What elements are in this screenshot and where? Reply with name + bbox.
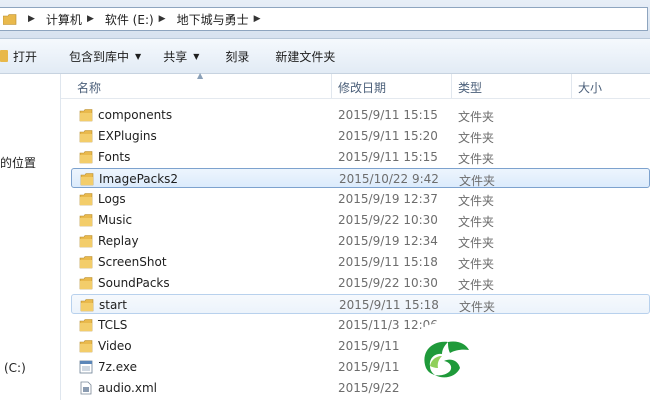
file-name: Video <box>98 339 132 353</box>
column-header-date[interactable]: 修改日期 <box>338 79 386 96</box>
file-name: TCLS <box>98 318 128 332</box>
open-button[interactable]: 打开 <box>0 44 47 68</box>
file-type: 文件夹 <box>459 174 496 188</box>
file-row[interactable]: SoundPacks 2015/9/22 10:30 文件夹 <box>71 273 650 293</box>
column-divider[interactable] <box>571 74 572 98</box>
file-row[interactable]: Fonts 2015/9/11 15:15 文件夹 <box>71 147 650 167</box>
folder-icon <box>80 299 94 312</box>
file-row[interactable]: audio.xml 2015/9/22 <box>71 378 650 398</box>
file-modified-date: 2015/9/11 <box>338 360 400 374</box>
file-row[interactable]: ImagePacks2 2015/10/22 9:42 文件夹 <box>71 168 650 188</box>
file-row[interactable]: Music 2015/9/22 10:30 文件夹 <box>71 210 650 230</box>
file-row[interactable]: components 2015/9/11 15:15 文件夹 <box>71 105 650 125</box>
file-modified-date: 2015/9/22 10:30 <box>338 213 438 227</box>
address-bar[interactable]: ▶ 计算机 ▶ 软件 (E:) ▶ 地下城与勇士 ▶ <box>0 7 648 31</box>
column-header: ▲ 名称 修改日期 类型 大小 <box>61 71 650 99</box>
file-modified-date: 2015/9/11 15:18 <box>338 255 438 269</box>
file-row[interactable]: 7z.exe 2015/9/11 <box>71 357 650 377</box>
folder-icon <box>79 193 93 206</box>
folder-icon <box>79 214 93 227</box>
file-modified-date: 2015/9/19 12:37 <box>338 192 438 206</box>
file-type: 文件夹 <box>458 131 495 145</box>
file-name: Music <box>98 213 133 227</box>
chevron-right-icon[interactable]: ▶ <box>87 14 94 24</box>
file-row[interactable]: Logs 2015/9/19 12:37 文件夹 <box>71 189 650 209</box>
folder-icon <box>79 130 93 143</box>
column-header-size[interactable]: 大小 <box>578 79 602 96</box>
nav-item-drive-c[interactable]: (C:) <box>4 361 26 375</box>
file-name: Fonts <box>98 150 131 164</box>
file-type: 文件夹 <box>458 236 495 250</box>
folder-icon <box>79 340 93 353</box>
file-modified-date: 2015/10/22 9:42 <box>339 172 439 186</box>
file-type: 文件夹 <box>458 215 495 229</box>
exe-icon <box>79 360 93 374</box>
column-divider[interactable] <box>331 74 332 98</box>
file-modified-date: 2015/9/11 15:15 <box>338 150 438 164</box>
file-name: 7z.exe <box>98 360 138 374</box>
file-modified-date: 2015/9/19 12:34 <box>338 234 438 248</box>
file-row[interactable]: TCLS 2015/11/3 12:06 <box>71 315 650 335</box>
file-name: start <box>99 298 127 312</box>
column-divider[interactable] <box>451 74 452 98</box>
file-type: 文件夹 <box>458 257 495 271</box>
file-type: 文件夹 <box>458 110 495 124</box>
breadcrumb-folder[interactable]: 地下城与勇士 ▶ <box>177 11 266 28</box>
nav-item-location[interactable]: 的位置 <box>0 154 36 171</box>
xml-icon <box>80 381 92 395</box>
folder-icon <box>3 13 17 25</box>
file-row[interactable]: Replay 2015/9/19 12:34 文件夹 <box>71 231 650 251</box>
file-modified-date: 2015/9/11 15:15 <box>338 108 438 122</box>
chevron-right-icon[interactable]: ▶ <box>159 14 166 24</box>
folder-icon <box>80 173 94 186</box>
file-name: ScreenShot <box>98 255 167 269</box>
file-row[interactable]: start 2015/9/11 15:18 文件夹 <box>71 294 650 314</box>
file-name: audio.xml <box>98 381 157 395</box>
file-list: ▲ 名称 修改日期 类型 大小 components 2015/9/11 15:1… <box>61 71 650 400</box>
folder-icon <box>79 151 93 164</box>
command-bar: 打开 包含到库中 ▼ 共享 ▼ 刻录 新建文件夹 <box>0 39 650 74</box>
file-name: SoundPacks <box>98 276 170 290</box>
folder-icon <box>79 319 93 332</box>
file-name: Logs <box>98 192 126 206</box>
file-type: 文件夹 <box>458 194 495 208</box>
new-folder-button[interactable]: 新建文件夹 <box>265 44 345 68</box>
file-modified-date: 2015/9/22 <box>338 381 400 395</box>
folder-icon <box>79 235 93 248</box>
breadcrumb-computer[interactable]: 计算机 ▶ <box>46 11 99 28</box>
folder-icon <box>0 50 8 62</box>
breadcrumb-drive[interactable]: 软件 (E:) ▶ <box>105 11 171 28</box>
file-modified-date: 2015/9/11 15:18 <box>339 298 439 312</box>
file-name: ImagePacks2 <box>99 172 179 186</box>
folder-icon <box>79 109 93 122</box>
file-type: 文件夹 <box>458 152 495 166</box>
file-name: Replay <box>98 234 139 248</box>
file-modified-date: 2015/9/11 15:20 <box>338 129 438 143</box>
folder-icon <box>79 256 93 269</box>
file-type: 文件夹 <box>459 300 496 314</box>
file-modified-date: 2015/9/22 10:30 <box>338 276 438 290</box>
breadcrumb-separator[interactable]: ▶ <box>23 14 40 24</box>
file-row[interactable]: Video 2015/9/11 <box>71 336 650 356</box>
watermark-logo <box>403 323 479 399</box>
column-header-type[interactable]: 类型 <box>458 79 482 96</box>
address-bar-area: ▶ 计算机 ▶ 软件 (E:) ▶ 地下城与勇士 ▶ <box>0 0 650 39</box>
file-modified-date: 2015/9/11 <box>338 339 400 353</box>
file-type: 文件夹 <box>458 278 495 292</box>
share-button[interactable]: 共享 ▼ <box>153 44 209 68</box>
include-in-library-button[interactable]: 包含到库中 ▼ <box>59 44 151 68</box>
file-name: components <box>98 108 173 122</box>
sort-ascending-icon: ▲ <box>197 71 204 80</box>
folder-icon <box>79 277 93 290</box>
column-header-name[interactable]: 名称 <box>77 79 101 96</box>
burn-button[interactable]: 刻录 <box>215 44 259 68</box>
file-name: EXPlugins <box>98 129 157 143</box>
chevron-right-icon[interactable]: ▶ <box>254 14 261 24</box>
dropdown-arrow-icon: ▼ <box>193 51 200 61</box>
dropdown-arrow-icon: ▼ <box>135 51 142 61</box>
navigation-pane: 的位置 (C:) <box>0 74 61 400</box>
file-row[interactable]: ScreenShot 2015/9/11 15:18 文件夹 <box>71 252 650 272</box>
file-row[interactable]: EXPlugins 2015/9/11 15:20 文件夹 <box>71 126 650 146</box>
